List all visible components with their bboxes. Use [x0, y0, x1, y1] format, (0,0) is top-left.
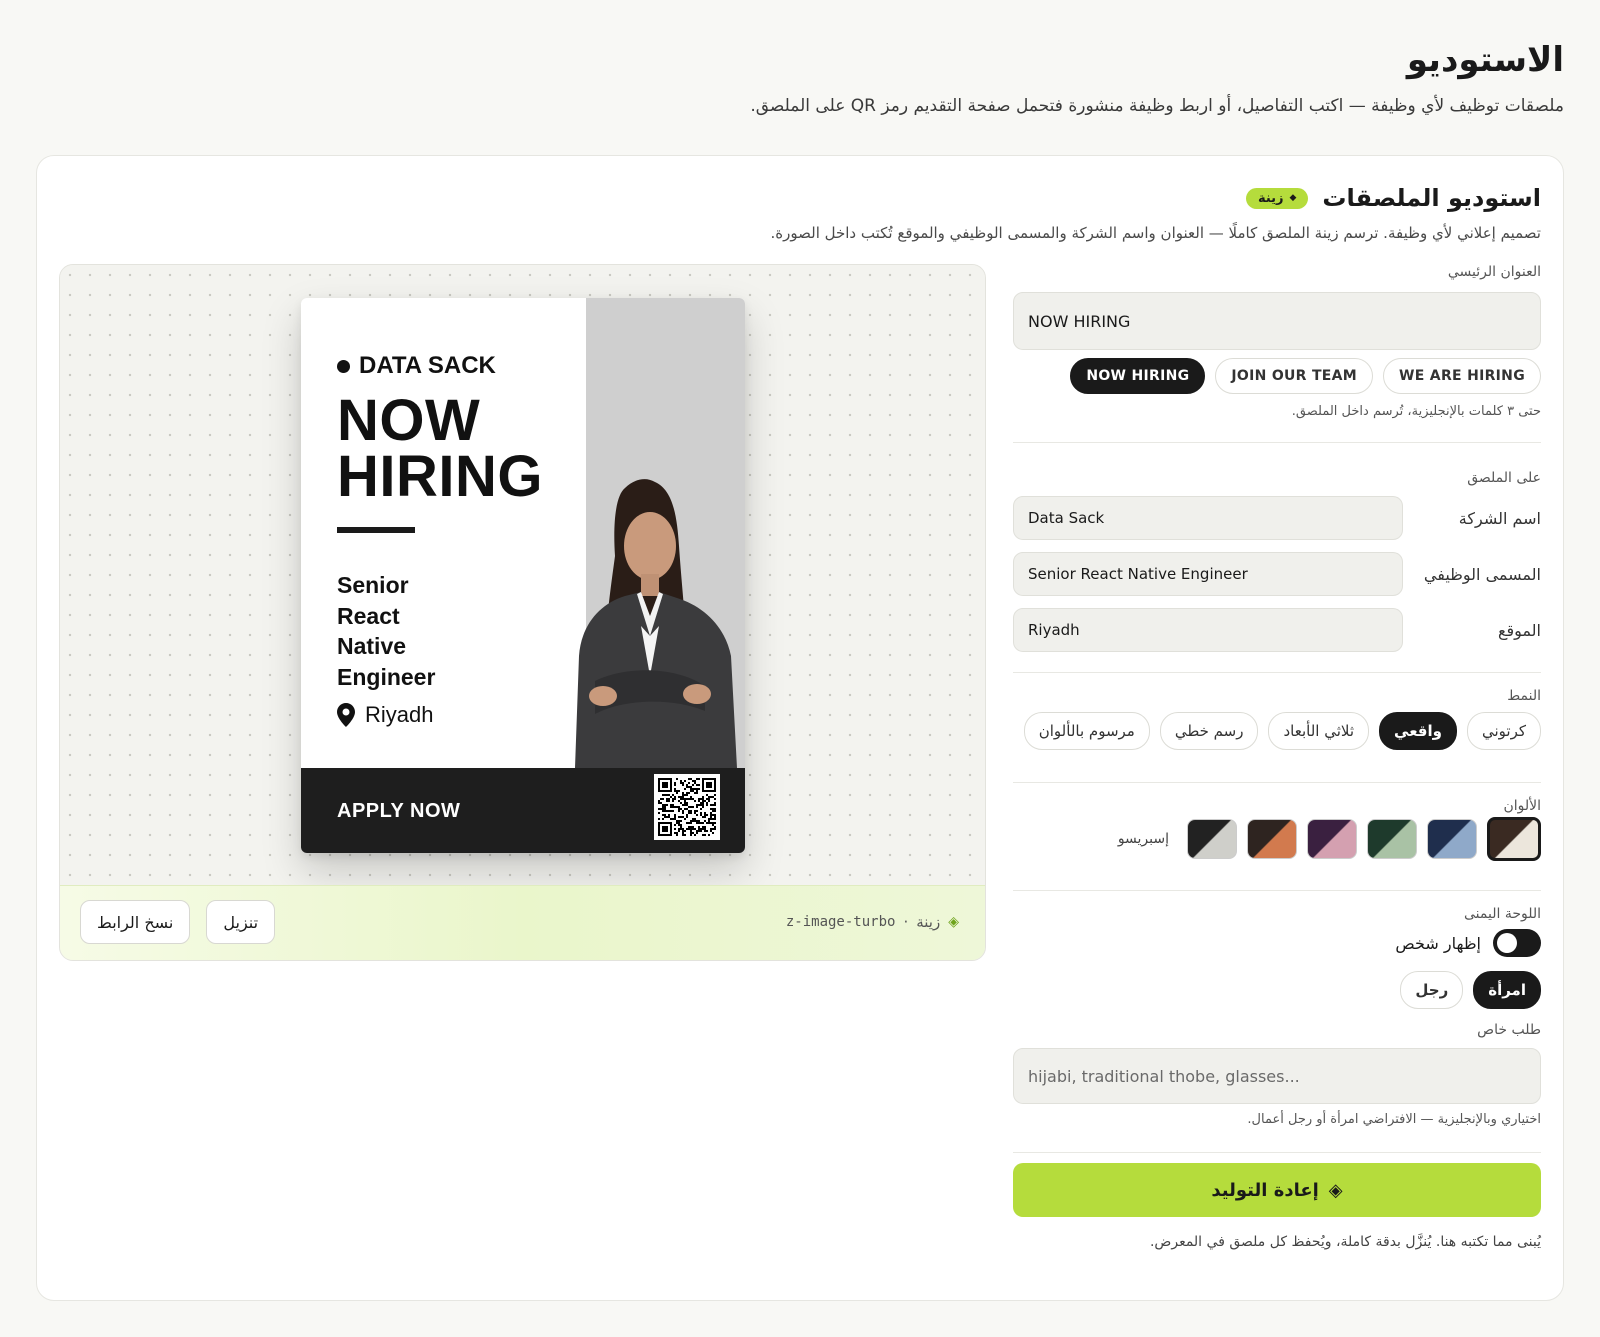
qr-code [654, 774, 720, 840]
poster-headline: NOW HIRING [337, 388, 577, 509]
location-pin-icon [337, 703, 355, 727]
poster-role-line3: Native [337, 633, 407, 659]
color-swatch-4[interactable] [1307, 819, 1357, 859]
color-swatches: إسبريسو [1118, 817, 1541, 861]
poster-company: DATA SACK [337, 352, 496, 380]
gender-man[interactable]: رجل [1400, 971, 1464, 1009]
special-request-hint: اختياري وبالإنجليزية — الافتراضي امرأة أ… [1247, 1112, 1541, 1127]
poster-role: Senior React Native Engineer [337, 570, 497, 692]
color-swatch-3[interactable] [1367, 819, 1417, 859]
model-tag: ◈ زينة · z-image-turbo [786, 913, 959, 931]
job-title-row: المسمى الوظيفي [1013, 552, 1541, 596]
model-badge-label: زينة [1257, 190, 1284, 206]
poster-rule [337, 527, 415, 533]
preset-we-are-hiring[interactable]: WE ARE HIRING [1383, 358, 1541, 394]
studio-header: استوديو الملصقات ◆ زينة [1245, 184, 1541, 212]
poster-cta: APPLY NOW [337, 800, 461, 822]
page-header: الاستوديو ملصقات توظيف لأي وظيفة — اكتب … [36, 40, 1564, 116]
regenerate-label: إعادة التوليد [1211, 1179, 1319, 1201]
preset-now-hiring[interactable]: NOW HIRING [1070, 358, 1206, 394]
gender-woman[interactable]: امرأة [1473, 971, 1541, 1009]
sparkle-icon: ◈ [1328, 1179, 1343, 1201]
style-line-art[interactable]: رسم خطي [1159, 712, 1259, 750]
on-poster-label: على الملصق [1467, 470, 1541, 486]
divider [1013, 442, 1541, 443]
style-label: النمط [1507, 688, 1541, 704]
page-title: الاستوديو [1406, 40, 1565, 80]
job-title-input[interactable] [1013, 552, 1403, 596]
show-person-row: إظهار شخص [1395, 929, 1541, 957]
businesswoman-illustration [575, 479, 737, 768]
style-options: كرتوني واقعي ثلاثي الأبعاد رسم خطي مرسوم… [1023, 712, 1541, 750]
footer-note: يُبنى مما تكتبه هنا. يُنزَّل بدقة كاملة،… [1149, 1234, 1541, 1250]
model-diamond-icon: ◈ [948, 914, 959, 930]
preview-actions: تنزيل نسخ الرابط [80, 900, 276, 944]
divider [1013, 1152, 1541, 1153]
headline-input[interactable] [1013, 292, 1541, 350]
location-input[interactable] [1013, 608, 1403, 652]
show-person-toggle[interactable] [1493, 929, 1541, 957]
copy-link-button[interactable]: نسخ الرابط [80, 900, 191, 944]
preset-join-our-team[interactable]: JOIN OUR TEAM [1215, 358, 1374, 394]
poster-role-line4: Engineer [337, 663, 436, 690]
headline-label: العنوان الرئيسي [1447, 264, 1541, 280]
style-painted[interactable]: مرسوم بالألوان [1023, 712, 1150, 750]
page-subtitle: ملصقات توظيف لأي وظيفة — اكتب التفاصيل، … [750, 96, 1564, 116]
preview-toolbar: ◈ زينة · z-image-turbo تنزيل نسخ الرابط [60, 885, 985, 960]
download-button[interactable]: تنزيل [206, 900, 276, 944]
poster-headline-line1: NOW [337, 388, 481, 453]
color-swatch-5[interactable] [1247, 819, 1297, 859]
toggle-knob [1497, 933, 1517, 953]
sparkle-icon: ◆ [1289, 193, 1297, 203]
colors-label: الألوان [1503, 798, 1541, 814]
poster-preview: DATA SACK NOW HIRING Senior React Native… [59, 264, 986, 961]
poster-role-line2: React [337, 602, 400, 629]
model-badge: ◆ زينة [1245, 187, 1309, 209]
poster-role-line1: Senior [337, 572, 409, 598]
special-request-input[interactable] [1013, 1048, 1541, 1104]
model-name: زينة [916, 913, 941, 931]
job-title-label: المسمى الوظيفي [1423, 564, 1541, 584]
studio-title: استوديو الملصقات [1322, 184, 1541, 212]
location-row: الموقع [1013, 608, 1541, 652]
poster-location-text: Riyadh [365, 702, 434, 727]
color-swatch-1[interactable] [1487, 817, 1541, 861]
poster-image: DATA SACK NOW HIRING Senior React Native… [301, 298, 745, 853]
divider [1013, 672, 1541, 673]
gender-options: امرأة رجل [1400, 971, 1541, 1009]
poster-studio-card: استوديو الملصقات ◆ زينة تصميم إعلاني لأي… [36, 155, 1564, 1301]
color-swatch-2[interactable] [1427, 819, 1477, 859]
location-label: الموقع [1498, 620, 1541, 640]
active-palette-name: إسبريسو [1117, 831, 1169, 847]
poster-form: العنوان الرئيسي WE ARE HIRING JOIN OUR T… [1013, 264, 1541, 1153]
poster-footer-band: APPLY NOW [301, 768, 745, 853]
company-row: اسم الشركة [1013, 496, 1541, 540]
poster-location: Riyadh [337, 702, 433, 728]
special-request-label: طلب خاص [1477, 1022, 1541, 1038]
divider [1013, 890, 1541, 891]
poster-company-text: DATA SACK [359, 352, 496, 379]
company-input[interactable] [1013, 496, 1403, 540]
color-swatch-6[interactable] [1187, 819, 1237, 859]
style-3d[interactable]: ثلاثي الأبعاد [1268, 712, 1370, 750]
model-id: z-image-turbo [785, 914, 896, 930]
divider [1013, 782, 1541, 783]
company-label: اسم الشركة [1458, 508, 1541, 528]
style-cartoon[interactable]: كرتوني [1466, 712, 1541, 750]
right-panel-label: اللوحة اليمنى [1464, 906, 1541, 922]
style-realistic[interactable]: واقعي [1379, 712, 1457, 750]
headline-presets: WE ARE HIRING JOIN OUR TEAM NOW HIRING [1013, 358, 1541, 394]
preview-canvas: DATA SACK NOW HIRING Senior React Native… [60, 265, 985, 887]
show-person-label: إظهار شخص [1395, 933, 1481, 953]
regenerate-button[interactable]: ◈ إعادة التوليد [1013, 1163, 1541, 1217]
poster-headline-line2: HIRING [337, 444, 543, 509]
headline-hint: حتى ٣ كلمات بالإنجليزية، تُرسم داخل المل… [1291, 404, 1541, 419]
qr-code-icon [658, 778, 716, 836]
dot-icon [337, 359, 350, 373]
studio-description: تصميم إعلاني لأي وظيفة. ترسم زينة الملصق… [770, 224, 1542, 242]
separator-dot: · [903, 913, 909, 931]
